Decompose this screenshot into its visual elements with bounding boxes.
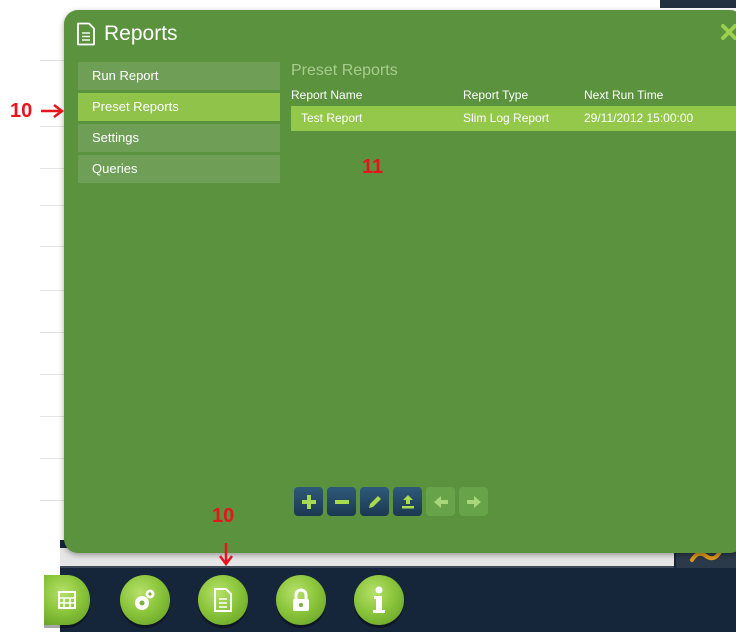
edit-report-button[interactable] [360, 487, 389, 516]
background-gridlines [0, 0, 70, 560]
table-header: Report Name Report Type Next Run Time [291, 84, 736, 106]
add-icon [301, 494, 316, 509]
calculator-icon[interactable] [44, 575, 90, 625]
column-header-report-type[interactable]: Report Type [463, 84, 584, 106]
arrow-right-annotation-icon [41, 104, 64, 118]
arrow-right-icon [466, 495, 481, 508]
report-toolbar [294, 487, 488, 516]
cell-report-name: Test Report [301, 111, 363, 125]
dialog-title: Reports [104, 22, 178, 45]
info-icon[interactable] [354, 575, 404, 625]
lock-icon[interactable] [276, 575, 326, 625]
section-title: Preset Reports [291, 62, 398, 79]
export-report-button[interactable] [393, 487, 422, 516]
sidebar-item-preset-reports[interactable]: Preset Reports [78, 93, 280, 121]
reports-document-icon[interactable] [198, 575, 248, 625]
cell-report-type: Slim Log Report [463, 111, 550, 125]
sidebar-item-run-report[interactable]: Run Report [78, 62, 280, 90]
sidebar-nav: Run Report Preset Reports Settings Queri… [78, 62, 280, 186]
arrow-down-annotation-icon [219, 543, 233, 566]
cell-next-run-time: 29/11/2012 15:00:00 [584, 111, 694, 125]
table-row[interactable]: Test Report Slim Log Report 29/11/2012 1… [291, 106, 736, 131]
column-header-next-run-time[interactable]: Next Run Time [584, 84, 736, 106]
sidebar-item-settings[interactable]: Settings [78, 124, 280, 152]
previous-button[interactable] [426, 487, 455, 516]
background-window-edge [660, 0, 736, 8]
reports-dialog: Reports Run Report Preset Reports Settin… [64, 10, 736, 553]
report-document-icon [77, 22, 95, 46]
annotation-label-dock: 10 [212, 505, 235, 527]
sidebar-item-queries[interactable]: Queries [78, 155, 280, 183]
settings-gears-icon[interactable] [120, 575, 170, 625]
close-icon[interactable] [719, 22, 736, 42]
dialog-header: Reports [76, 16, 178, 52]
remove-icon [334, 499, 349, 504]
annotation-label-nav: 10 [10, 100, 33, 122]
next-button[interactable] [459, 487, 488, 516]
column-header-report-name[interactable]: Report Name [291, 84, 463, 106]
arrow-left-icon [433, 495, 448, 508]
edit-pencil-icon [368, 495, 381, 508]
add-report-button[interactable] [294, 487, 323, 516]
upload-icon [401, 494, 414, 508]
remove-report-button[interactable] [327, 487, 356, 516]
annotation-label-table: 11 [362, 156, 384, 178]
preset-reports-panel: Preset Reports Report Name Report Type N… [291, 62, 736, 131]
